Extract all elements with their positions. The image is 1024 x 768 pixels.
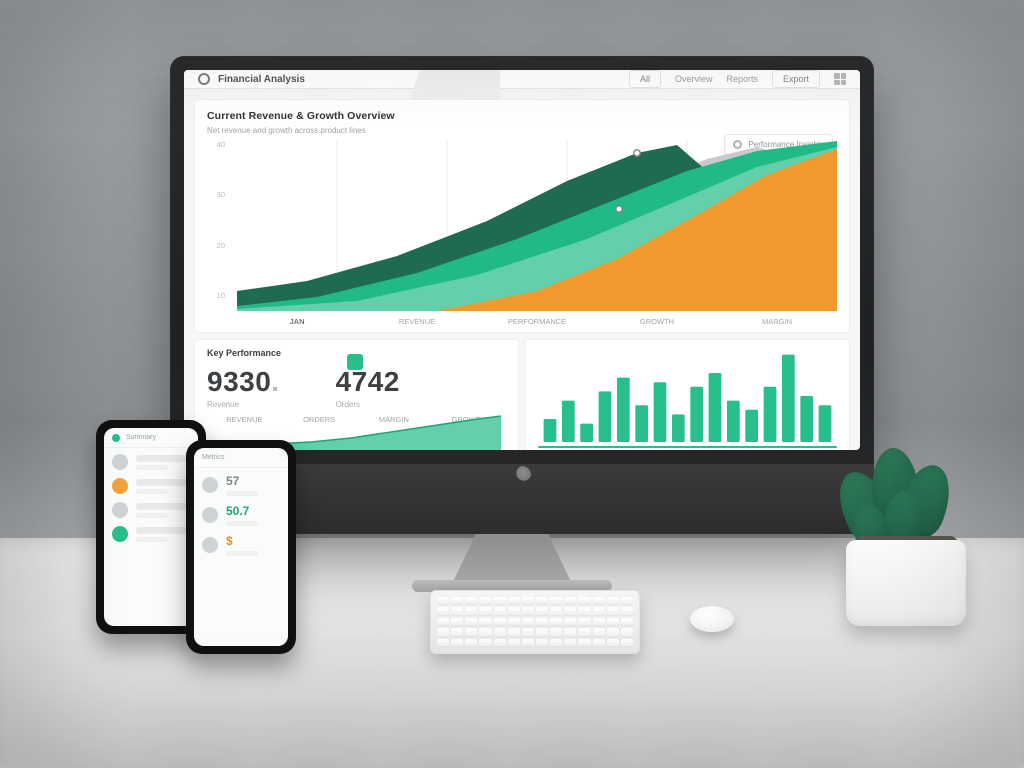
xtick: REVENUE	[357, 317, 477, 326]
list-item[interactable]	[112, 454, 190, 470]
kpi-b: 4742 Orders	[336, 366, 400, 409]
key-row	[437, 639, 633, 647]
bars-baseline	[538, 446, 837, 448]
status-dot-icon	[112, 434, 120, 442]
list-item[interactable]	[112, 502, 190, 518]
phone-a-title: Summary	[126, 434, 156, 441]
list-item[interactable]: 57	[202, 474, 280, 496]
xtick: MARGIN	[717, 317, 837, 326]
bullet-icon	[112, 478, 128, 494]
key-row	[437, 607, 633, 615]
phone-b-title: Metrics	[202, 454, 225, 461]
main-chart-plot	[237, 141, 837, 311]
brand-logo-icon	[198, 73, 210, 85]
content-grid: Current Revenue & Growth Overview Net re…	[184, 89, 860, 450]
ytick: 20	[205, 241, 225, 250]
bullet-icon	[112, 526, 128, 542]
xtick: JAN	[237, 317, 357, 326]
kpi-marker-icon	[347, 354, 363, 370]
bars-plot	[538, 350, 837, 442]
main-chart-panel: Current Revenue & Growth Overview Net re…	[194, 99, 850, 333]
nav-pill[interactable]: All	[629, 70, 661, 88]
kpi-b-value: 4742	[336, 366, 400, 398]
monitor-stand	[452, 528, 572, 584]
phone-b-header: Metrics	[194, 448, 288, 468]
metric-value: 50.7	[226, 504, 280, 518]
ytick: 40	[205, 140, 225, 149]
key-row	[437, 597, 633, 605]
ytick: 10	[205, 291, 225, 300]
top-nav: All Overview Reports Export	[629, 70, 846, 88]
list-item[interactable]: $	[202, 534, 280, 556]
key-row	[437, 628, 633, 636]
xtick: PERFORMANCE	[477, 317, 597, 326]
list-item[interactable]: 50.7	[202, 504, 280, 526]
phone-a-list	[104, 448, 198, 626]
list-item[interactable]	[112, 478, 190, 494]
dashboard-screen: Financial Analysis All Overview Reports …	[184, 70, 860, 450]
bullet-icon	[202, 507, 218, 523]
plant-pot	[846, 540, 966, 626]
kpi-b-label: Orders	[336, 400, 400, 409]
kpi-panel: Key Performance 9330. Revenue 4742 Order…	[194, 339, 519, 450]
mouse	[690, 606, 734, 632]
metric-value: 57	[226, 474, 280, 488]
bullet-icon	[112, 454, 128, 470]
bullet-icon	[202, 537, 218, 553]
list-item[interactable]	[112, 526, 190, 542]
phone-front: Metrics 57 50.7 $	[186, 440, 296, 654]
area-chart-icon	[237, 141, 837, 311]
kpi-a-value: 9330.	[207, 366, 280, 398]
main-chart-title: Current Revenue & Growth Overview	[207, 110, 837, 122]
topbar: Financial Analysis All Overview Reports …	[184, 70, 860, 89]
brand-label: Financial Analysis	[218, 74, 305, 85]
apps-icon[interactable]	[834, 73, 846, 85]
bottom-row: Key Performance 9330. Revenue 4742 Order…	[194, 339, 850, 450]
nav-reports[interactable]: Reports	[726, 74, 758, 84]
nav-export[interactable]: Export	[772, 70, 820, 88]
xtick: GROWTH	[597, 317, 717, 326]
key-row	[437, 618, 633, 626]
brand[interactable]: Financial Analysis	[198, 73, 305, 85]
bullet-icon	[112, 502, 128, 518]
kpi-a: 9330. Revenue	[207, 366, 280, 409]
nav-overview[interactable]: Overview	[675, 74, 713, 84]
bars-panel	[525, 339, 850, 450]
bullet-icon	[202, 477, 218, 493]
main-chart-yaxis: 40 30 20 10	[205, 140, 225, 300]
phone-b-list: 57 50.7 $	[194, 468, 288, 646]
phone-a-header: Summary	[104, 428, 198, 448]
kpi-values: 9330. Revenue 4742 Orders	[207, 366, 506, 409]
metric-value: $	[226, 534, 280, 548]
keyboard	[430, 590, 640, 654]
main-chart-xaxis: JAN REVENUE PERFORMANCE GROWTH MARGIN	[237, 317, 837, 326]
ytick: 30	[205, 190, 225, 199]
kpi-a-label: Revenue	[207, 400, 280, 409]
bar-chart-icon	[538, 350, 837, 442]
